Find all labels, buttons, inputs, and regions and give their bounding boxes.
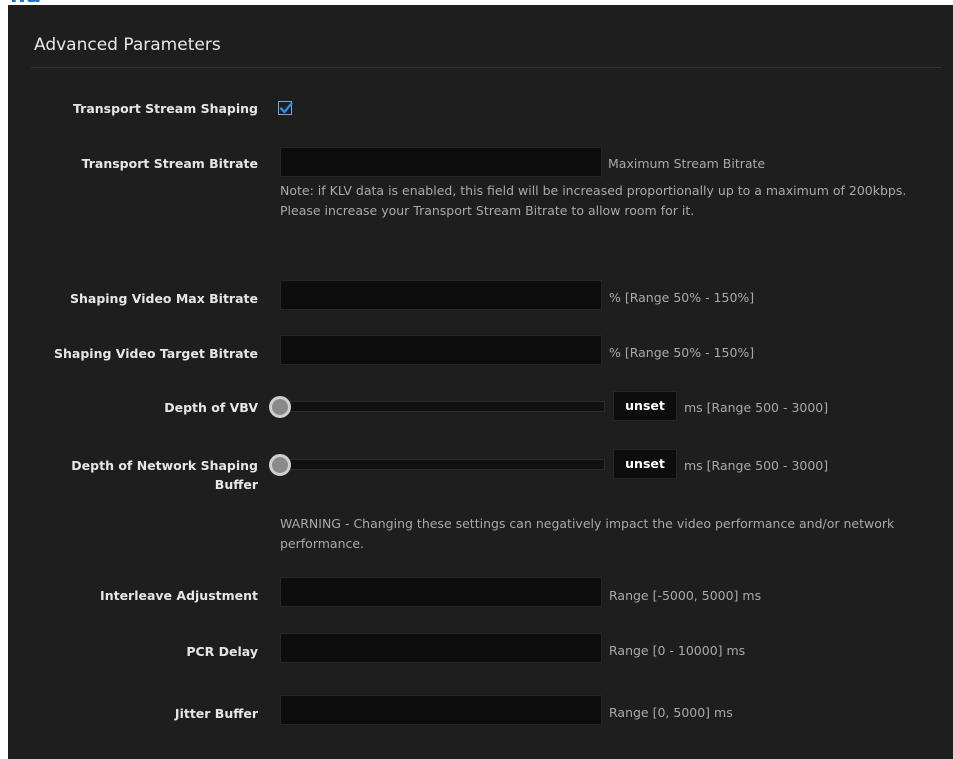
net-buffer-hint: ms [Range 500 - 3000] bbox=[684, 458, 829, 473]
vbv-label: Depth of VBV bbox=[164, 400, 258, 415]
jitter-label: Jitter Buffer bbox=[174, 706, 258, 721]
interleave-label: Interleave Adjustment bbox=[100, 588, 258, 603]
pcr-delay-label: PCR Delay bbox=[186, 644, 258, 659]
slider-thumb-icon[interactable] bbox=[269, 454, 291, 476]
title-divider bbox=[31, 67, 941, 68]
video-target-label: Shaping Video Target Bitrate bbox=[54, 346, 258, 361]
advanced-parameters-panel: Advanced Parameters Transport Stream Sha… bbox=[8, 5, 953, 759]
pcr-delay-hint: Range [0 - 10000] ms bbox=[609, 643, 746, 658]
video-target-input[interactable] bbox=[280, 335, 602, 365]
page-heading-clipped: ng bbox=[10, 0, 70, 2]
video-max-input[interactable] bbox=[280, 280, 602, 310]
video-target-hint: % [Range 50% - 150%] bbox=[609, 345, 755, 360]
jitter-input[interactable] bbox=[280, 695, 602, 725]
vbv-slider-track[interactable] bbox=[280, 401, 605, 412]
ts-shaping-checkbox[interactable] bbox=[278, 101, 293, 115]
interleave-hint: Range [-5000, 5000] ms bbox=[609, 588, 762, 603]
net-buffer-label-line1: Depth of Network Shaping bbox=[71, 458, 258, 473]
video-max-label: Shaping Video Max Bitrate bbox=[69, 291, 258, 306]
pcr-delay-input[interactable] bbox=[280, 633, 602, 663]
ts-bitrate-input[interactable] bbox=[280, 147, 602, 177]
slider-thumb-icon[interactable] bbox=[269, 396, 291, 418]
ts-bitrate-label: Transport Stream Bitrate bbox=[81, 156, 258, 171]
ts-shaping-label: Transport Stream Shaping bbox=[73, 101, 258, 116]
panel-title: Advanced Parameters bbox=[34, 35, 221, 55]
ts-bitrate-hint: Maximum Stream Bitrate bbox=[608, 156, 766, 171]
interleave-input[interactable] bbox=[280, 577, 602, 607]
net-buffer-slider-track[interactable] bbox=[280, 459, 605, 470]
vbv-hint: ms [Range 500 - 3000] bbox=[684, 400, 829, 415]
checkmark-icon bbox=[279, 102, 293, 114]
jitter-hint: Range [0, 5000] ms bbox=[609, 705, 733, 720]
net-buffer-label-line2: Buffer bbox=[214, 477, 258, 492]
vbv-value-box[interactable]: unset bbox=[613, 391, 677, 421]
ts-bitrate-note: Note: if KLV data is enabled, this field… bbox=[280, 183, 907, 218]
warning-text: WARNING - Changing these settings can ne… bbox=[280, 516, 895, 551]
video-max-hint: % [Range 50% - 150%] bbox=[609, 290, 755, 305]
net-buffer-value-box[interactable]: unset bbox=[613, 449, 677, 479]
